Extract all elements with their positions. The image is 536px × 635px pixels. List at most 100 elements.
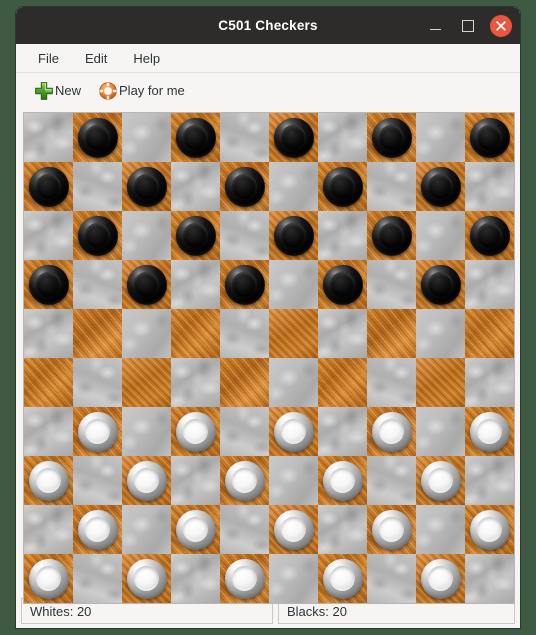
board-square[interactable] [465, 358, 514, 407]
white-piece[interactable] [469, 509, 510, 550]
white-piece[interactable] [126, 460, 167, 501]
board-square[interactable] [122, 554, 171, 603]
minimize-button[interactable] [424, 15, 446, 37]
board-square[interactable] [122, 260, 171, 309]
board-square[interactable] [220, 407, 269, 456]
board-square[interactable] [416, 505, 465, 554]
board-square[interactable] [24, 505, 73, 554]
black-piece[interactable] [273, 215, 314, 256]
white-piece[interactable] [28, 558, 69, 599]
black-piece[interactable] [469, 215, 510, 256]
board-square[interactable] [171, 211, 220, 260]
board-square[interactable] [416, 260, 465, 309]
board-square[interactable] [171, 407, 220, 456]
board-square[interactable] [220, 456, 269, 505]
board-square[interactable] [171, 456, 220, 505]
board-square[interactable] [269, 456, 318, 505]
board-square[interactable] [220, 113, 269, 162]
board-square[interactable] [416, 211, 465, 260]
board-square[interactable] [416, 162, 465, 211]
board-square[interactable] [318, 407, 367, 456]
board-square[interactable] [367, 456, 416, 505]
white-piece[interactable] [126, 558, 167, 599]
black-piece[interactable] [28, 166, 69, 207]
board-square[interactable] [73, 407, 122, 456]
board-square[interactable] [220, 162, 269, 211]
board-square[interactable] [367, 162, 416, 211]
board-square[interactable] [269, 309, 318, 358]
board-square[interactable] [318, 554, 367, 603]
board-square[interactable] [416, 309, 465, 358]
white-piece[interactable] [175, 509, 216, 550]
black-piece[interactable] [420, 166, 461, 207]
board-square[interactable] [318, 260, 367, 309]
board-square[interactable] [416, 407, 465, 456]
board-square[interactable] [465, 407, 514, 456]
board-square[interactable] [367, 309, 416, 358]
black-piece[interactable] [322, 264, 363, 305]
board-square[interactable] [318, 358, 367, 407]
black-piece[interactable] [322, 166, 363, 207]
board-square[interactable] [122, 456, 171, 505]
board-square[interactable] [73, 162, 122, 211]
white-piece[interactable] [420, 460, 461, 501]
board-square[interactable] [171, 113, 220, 162]
white-piece[interactable] [273, 509, 314, 550]
board-square[interactable] [122, 407, 171, 456]
board-square[interactable] [318, 456, 367, 505]
board-square[interactable] [465, 456, 514, 505]
board-square[interactable] [416, 113, 465, 162]
board-square[interactable] [318, 162, 367, 211]
board-square[interactable] [318, 309, 367, 358]
board-square[interactable] [73, 456, 122, 505]
black-piece[interactable] [371, 215, 412, 256]
board-square[interactable] [220, 260, 269, 309]
board-square[interactable] [367, 358, 416, 407]
board-square[interactable] [465, 260, 514, 309]
board-square[interactable] [24, 554, 73, 603]
white-piece[interactable] [322, 460, 363, 501]
menu-item-file[interactable]: File [28, 49, 69, 68]
board-square[interactable] [416, 456, 465, 505]
board-square[interactable] [24, 113, 73, 162]
black-piece[interactable] [126, 264, 167, 305]
board-square[interactable] [269, 260, 318, 309]
black-piece[interactable] [420, 264, 461, 305]
black-piece[interactable] [175, 215, 216, 256]
board-square[interactable] [269, 505, 318, 554]
play-for-me-button[interactable]: Play for me [93, 78, 189, 104]
board-square[interactable] [416, 554, 465, 603]
board-square[interactable] [220, 505, 269, 554]
black-piece[interactable] [175, 117, 216, 158]
board-square[interactable] [367, 407, 416, 456]
white-piece[interactable] [273, 411, 314, 452]
board-square[interactable] [171, 309, 220, 358]
board-square[interactable] [24, 211, 73, 260]
board-square[interactable] [73, 211, 122, 260]
black-piece[interactable] [224, 264, 265, 305]
new-game-button[interactable]: New [29, 78, 85, 104]
white-piece[interactable] [420, 558, 461, 599]
maximize-button[interactable] [457, 15, 479, 37]
white-piece[interactable] [224, 558, 265, 599]
board-square[interactable] [367, 554, 416, 603]
board-square[interactable] [171, 505, 220, 554]
black-piece[interactable] [77, 117, 118, 158]
board-square[interactable] [24, 456, 73, 505]
menu-item-edit[interactable]: Edit [75, 49, 117, 68]
board-square[interactable] [24, 162, 73, 211]
white-piece[interactable] [77, 411, 118, 452]
board-square[interactable] [73, 309, 122, 358]
white-piece[interactable] [371, 509, 412, 550]
board-square[interactable] [122, 358, 171, 407]
board-square[interactable] [171, 554, 220, 603]
board-square[interactable] [367, 260, 416, 309]
close-button[interactable] [490, 14, 512, 37]
board-square[interactable] [465, 162, 514, 211]
black-piece[interactable] [371, 117, 412, 158]
board-square[interactable] [171, 162, 220, 211]
board-square[interactable] [73, 554, 122, 603]
board-square[interactable] [220, 211, 269, 260]
white-piece[interactable] [469, 411, 510, 452]
white-piece[interactable] [175, 411, 216, 452]
